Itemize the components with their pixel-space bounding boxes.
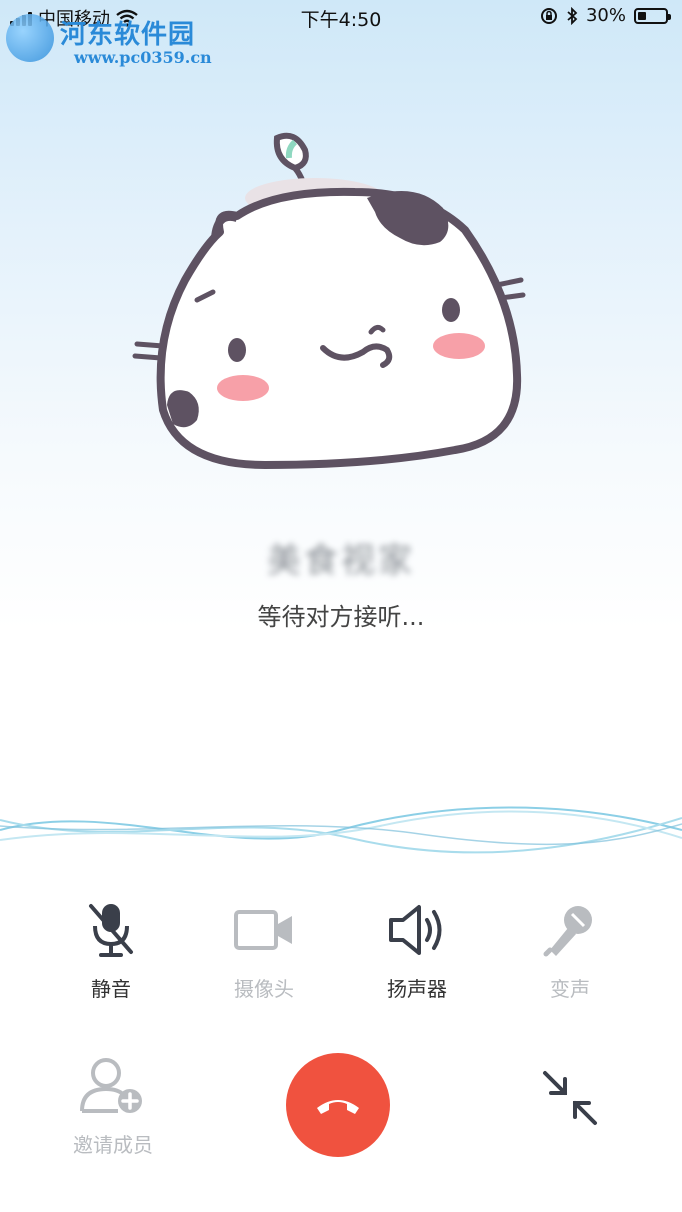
- battery-percent: 30%: [585, 5, 626, 26]
- sound-wave-decoration: [0, 806, 682, 854]
- camera-button[interactable]: 摄像头: [199, 895, 329, 1002]
- mute-label: 静音: [91, 977, 131, 1001]
- mic-off-icon: [76, 895, 146, 965]
- hangup-icon: [317, 1100, 359, 1114]
- call-controls: 静音 摄像头 扬声器 变声: [0, 895, 682, 1005]
- add-user-icon: [80, 1058, 142, 1113]
- minimize-button[interactable]: [530, 1063, 610, 1133]
- speaker-label: 扬声器: [387, 977, 447, 1001]
- minimize-icon: [543, 1071, 597, 1125]
- invite-member-button[interactable]: 邀请成员: [48, 1055, 178, 1158]
- voice-changer-label: 变声: [550, 977, 590, 1001]
- status-right: 30%: [540, 5, 671, 26]
- speaker-button[interactable]: 扬声器: [352, 895, 482, 1002]
- voice-changer-icon: [535, 895, 605, 965]
- battery-icon: [634, 7, 671, 24]
- watermark-site-name: 河东软件园: [60, 20, 196, 50]
- caller-name: 美食视家: [267, 541, 415, 581]
- bluetooth-icon: [567, 6, 578, 25]
- camera-icon: [229, 895, 299, 965]
- rotation-lock-icon: [540, 7, 557, 24]
- watermark: 河东软件园 www.pc0359.cn: [6, 12, 212, 70]
- mute-button[interactable]: 静音: [46, 895, 176, 1002]
- camera-label: 摄像头: [234, 977, 294, 1001]
- voice-changer-button[interactable]: 变声: [505, 895, 635, 1002]
- invite-member-label: 邀请成员: [73, 1133, 153, 1157]
- speaker-icon: [382, 895, 452, 965]
- battery-fill: [638, 11, 646, 20]
- bottom-actions: 邀请成员: [0, 1045, 682, 1205]
- call-status: 等待对方接听...: [257, 603, 425, 631]
- watermark-logo-icon: [6, 14, 54, 62]
- caller-avatar: [132, 132, 526, 469]
- watermark-url: www.pc0359.cn: [74, 48, 212, 67]
- hangup-button[interactable]: [286, 1053, 390, 1157]
